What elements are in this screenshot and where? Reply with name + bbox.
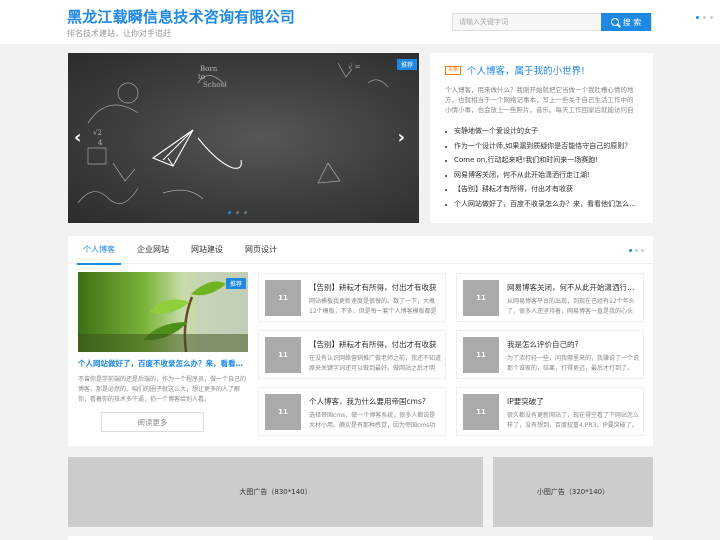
card-title[interactable]: 我是怎么评价自己的? xyxy=(507,339,639,350)
headline-panel: 头条 个人博客，属于我的小世界! 个人博客，用来做什么？我刚开始就把它当做一个我… xyxy=(430,53,653,223)
chalkboard-drawing: Born to School √ = √2 4 xyxy=(77,62,389,204)
svg-text:to: to xyxy=(198,73,205,81)
site-title[interactable]: 黑龙江载瞬信息技术咨询有限公司 xyxy=(67,6,295,27)
card-description: 为了浓打轻一些，问我哪里来的，我赚说了一个说那个谁家的，结果，打得更远，最后才打… xyxy=(507,355,639,372)
svg-text:√2: √2 xyxy=(93,129,102,137)
card-thumbnail[interactable]: 11 xyxy=(265,280,301,316)
card-description: 网站模板我更新速度是很慢的。数了一下，大概12个模板，不多，但是每一套个人博客模… xyxy=(309,298,437,315)
slider-image[interactable]: Born to School √ = √2 4 xyxy=(68,53,419,223)
search-button-label: 搜 索 xyxy=(622,17,642,27)
svg-text:School: School xyxy=(203,81,228,89)
card-thumbnail[interactable]: 11 xyxy=(463,337,499,373)
tab-personal-blog[interactable]: 个人博客 xyxy=(77,236,121,265)
featured-title[interactable]: 个人网站做好了，百度不收录怎么办？来，看看他们怎么做的。 xyxy=(78,358,248,369)
slider-pagination[interactable] xyxy=(228,211,247,214)
list-item[interactable]: 安静地做一个爱设计的女子 xyxy=(445,124,639,139)
featured-description: 不曾你是学前端的还是后端的，作为一个程序员，做一个自己的博客，那是必然的。咱们的… xyxy=(78,376,247,403)
card-title[interactable]: 网易博客关闭，何不从此开始潇洒行走江湖! xyxy=(507,282,639,293)
article-card[interactable]: 11 我是怎么评价自己的? 为了浓打轻一些，问我哪里来的，我赚说了一个说那个谁家… xyxy=(456,330,644,379)
tab-bar: 个人博客 企业网站 网站建设 网页设计 xyxy=(68,236,653,265)
tab-web-design[interactable]: 网页设计 xyxy=(245,236,277,264)
tab-company-site[interactable]: 企业网站 xyxy=(137,236,169,264)
card-title[interactable]: 【告别】耕耘才有所得，付出才有收获 xyxy=(309,282,441,293)
menu-dots-icon[interactable] xyxy=(696,16,713,19)
featured-badge: 推荐 xyxy=(225,278,246,289)
article-card[interactable]: 11 【告别】耕耘才有所得，付出才有收获 在没有认识网络营销推广做老师之前，我还… xyxy=(258,330,446,379)
article-section: 个人博客 企业网站 网站建设 网页设计 推荐 个人网站做好了，百度不收录怎么办？… xyxy=(68,236,653,446)
article-card[interactable]: 11 个人博客，我为什么要用帝国cms? 选择帝国cms，做一个博客系统，很多人… xyxy=(258,387,446,436)
tab-web-building[interactable]: 网站建设 xyxy=(191,236,223,264)
search-box: 搜 索 xyxy=(452,13,652,31)
slider-next-icon[interactable]: › xyxy=(398,129,405,147)
article-card[interactable]: 11 【告别】耕耘才有所得，付出才有收获 网站模板我更新速度是很慢的。数了一下，… xyxy=(258,273,446,322)
card-description: 很久都没有更新网站了，现在得空看了下网站怎么样了，没有想到，百度权重4,PR3，… xyxy=(507,412,639,429)
svg-text:Born: Born xyxy=(200,65,218,73)
search-icon xyxy=(610,18,619,26)
card-description: 从网易博客平台的出现，到现在已经有12个年头了，很多人还坚持着，网易博客一直是我… xyxy=(507,298,635,315)
card-thumbnail[interactable]: 11 xyxy=(265,394,301,430)
list-item[interactable]: 作为一个设计师,如果漏到质疑你是否能恪守自己的原则？ xyxy=(445,139,639,154)
card-description: 选择帝国cms，做一个博客系统，很多人都说是大材小用。确实是有那种感觉，因为帝国… xyxy=(309,412,436,429)
featured-image[interactable]: 推荐 xyxy=(78,272,248,352)
slider-prev-icon[interactable]: ‹ xyxy=(74,129,81,147)
card-description: 在没有认识网络营销推广做老师之前，我还不知道原来关键字词还可以做到最好。做网站之… xyxy=(309,355,441,372)
list-item[interactable]: 【告别】耕耘才有所得，付出才有收获 xyxy=(445,182,639,197)
featured-article[interactable]: 推荐 个人网站做好了，百度不收录怎么办？来，看看他们怎么做的。 不曾你是学前端的… xyxy=(78,272,248,405)
svg-text:√ =: √ = xyxy=(348,63,361,71)
card-thumbnail[interactable]: 11 xyxy=(463,280,499,316)
list-item[interactable]: 网易博客关闭，何不从此开始潇洒行走江湖! xyxy=(445,168,639,183)
large-ad-label: 大图广告（830*140） xyxy=(239,488,312,496)
card-title[interactable]: IP要突破了 xyxy=(507,396,639,407)
card-thumbnail[interactable]: 11 xyxy=(463,394,499,430)
seedling-image xyxy=(78,272,248,352)
card-thumbnail[interactable]: 11 xyxy=(265,337,301,373)
article-card[interactable]: 11 网易博客关闭，何不从此开始潇洒行走江湖! 从网易博客平台的出现，到现在已经… xyxy=(456,273,644,322)
small-ad-label: 小图广告（320*140） xyxy=(536,488,610,496)
headline-title[interactable]: 个人博客，属于我的小世界! xyxy=(467,63,585,77)
card-title[interactable]: 个人博客，我为什么要用帝国cms? xyxy=(309,396,441,407)
search-button[interactable]: 搜 索 xyxy=(601,13,651,31)
footer-strip xyxy=(68,536,653,540)
headline-badge: 头条 xyxy=(445,65,462,75)
tab-more-icon[interactable] xyxy=(629,249,644,252)
large-ad-banner[interactable]: 大图广告（830*140） xyxy=(68,457,483,527)
headline-description: 个人博客，用来做什么？我刚开始就把它当做一个我吐槽心情的地方，也就相当于一个网络… xyxy=(445,86,634,114)
hero-slider[interactable]: Born to School √ = √2 4 推荐 ‹ › xyxy=(68,53,419,223)
read-more-button[interactable]: 阅读更多 xyxy=(101,412,204,432)
article-card[interactable]: 11 IP要突破了 很久都没有更新网站了，现在得空看了下网站怎么样了，没有想到，… xyxy=(456,387,644,436)
slider-badge: 推荐 xyxy=(396,59,417,70)
svg-text:4: 4 xyxy=(98,139,103,147)
list-item[interactable]: 个人网站做好了，百度不收录怎么办？来，看看他们怎么做的。 xyxy=(445,197,639,212)
site-subtitle: 排名技术建站，让你对手追赶 xyxy=(67,29,171,38)
list-item[interactable]: Come on,行动起来吧!我们和时间来一场赛跑! xyxy=(445,153,639,168)
headline-list: 安静地做一个爱设计的女子 作为一个设计师,如果漏到质疑你是否能恪守自己的原则？ … xyxy=(445,124,639,212)
small-ad-banner[interactable]: 小图广告（320*140） xyxy=(493,457,653,527)
search-input[interactable] xyxy=(453,14,603,30)
site-header: 黑龙江载瞬信息技术咨询有限公司 排名技术建站，让你对手追赶 搜 索 xyxy=(0,0,720,44)
card-title[interactable]: 【告别】耕耘才有所得，付出才有收获 xyxy=(309,339,441,350)
